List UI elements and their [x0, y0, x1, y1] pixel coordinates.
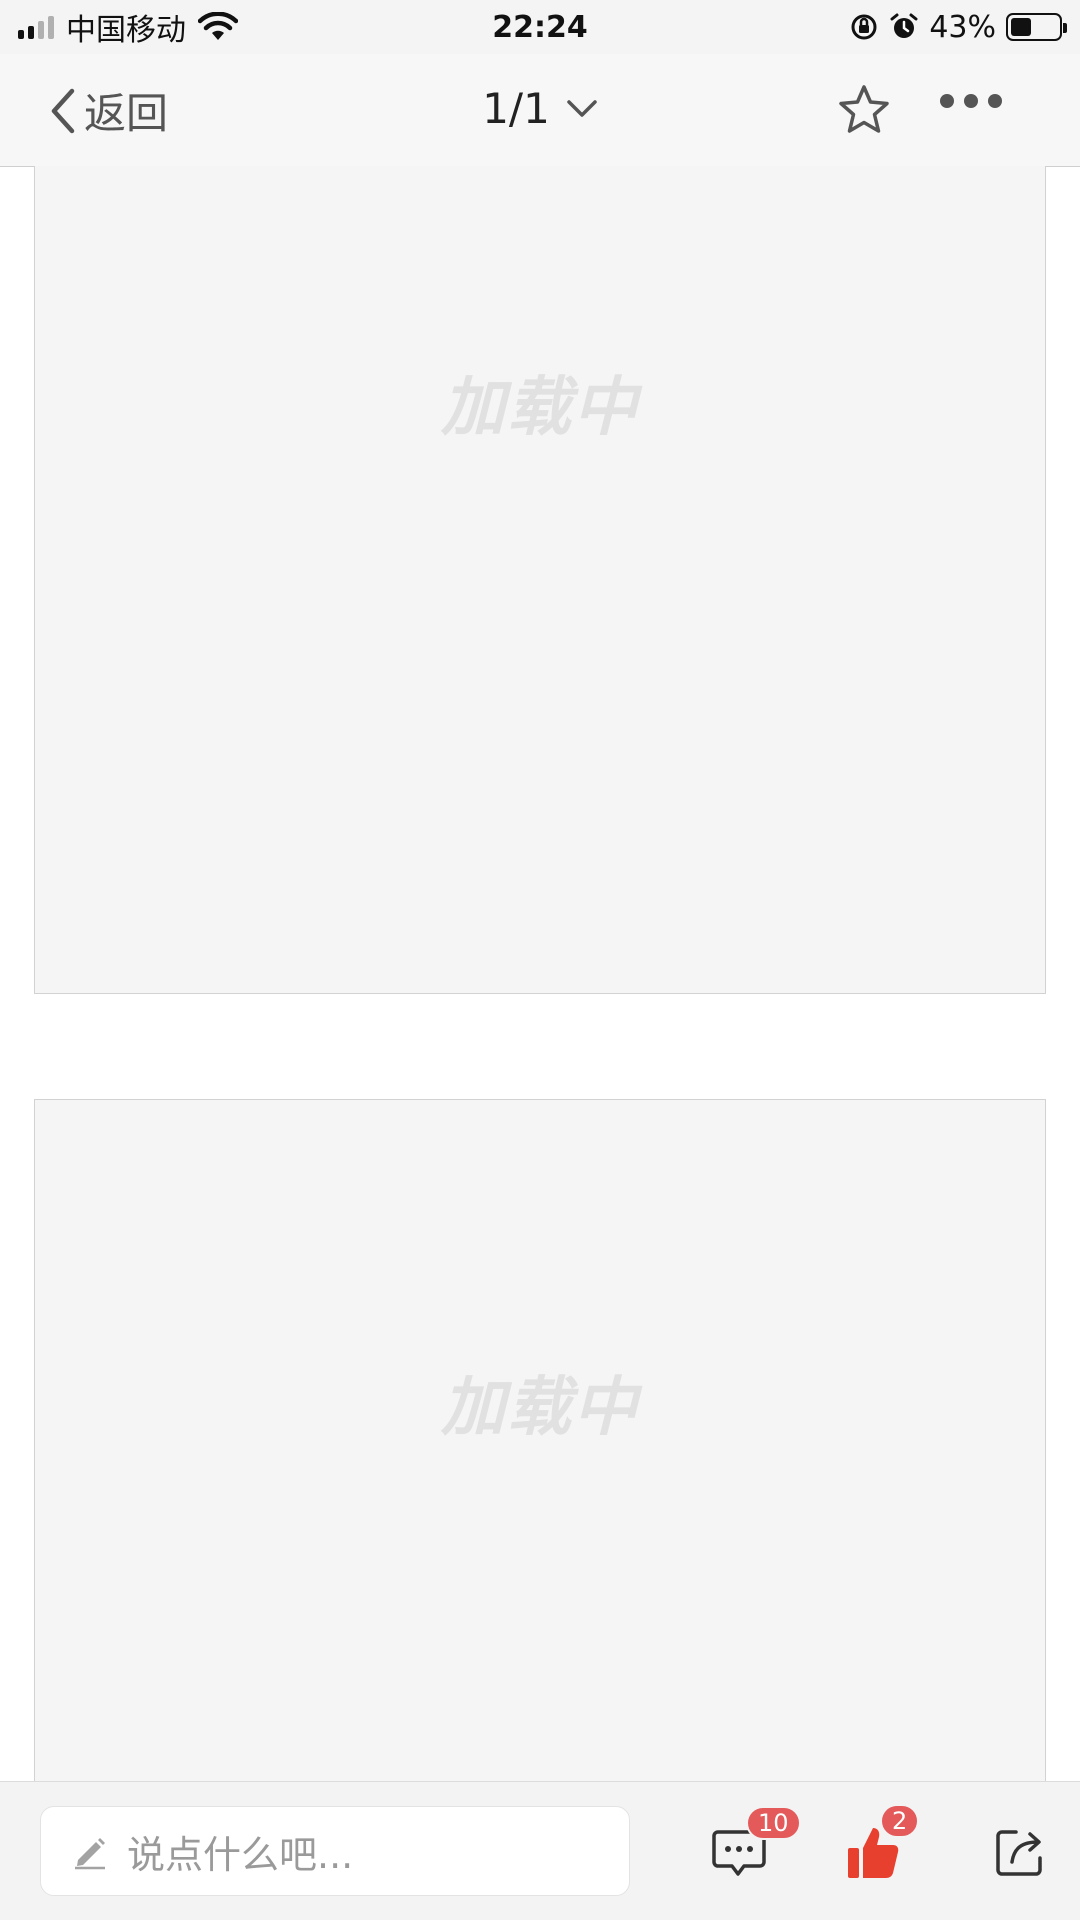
like-count-badge: 2 — [880, 1804, 920, 1838]
cellular-signal-icon — [18, 15, 54, 39]
status-left: 中国移动 — [18, 5, 238, 49]
comment-placeholder: 说点什么吧... — [127, 1832, 354, 1877]
bottom-toolbar: 说点什么吧... 10 2 — [0, 1781, 1080, 1920]
battery-percent: 43% — [929, 9, 996, 45]
more-dot — [988, 94, 1002, 108]
image-placeholder: 加载中 — [34, 166, 1046, 994]
status-right: 43% — [849, 9, 1067, 45]
like-button[interactable]: 2 — [846, 1804, 920, 1884]
chevron-down-icon — [567, 99, 597, 117]
page-indicator-dropdown[interactable]: 1/1 — [0, 84, 1080, 133]
share-button[interactable] — [994, 1826, 1046, 1882]
alarm-icon — [890, 13, 918, 38]
comment-input[interactable]: 说点什么吧... — [40, 1806, 630, 1896]
share-icon — [996, 1830, 1042, 1876]
pencil-icon — [75, 1838, 105, 1870]
star-icon — [839, 85, 889, 133]
more-dot — [940, 94, 954, 108]
comment-count-badge: 10 — [746, 1806, 801, 1840]
more-options-button[interactable] — [940, 94, 1002, 108]
loading-text: 加载中 — [441, 1370, 639, 1445]
battery-icon — [1006, 13, 1067, 41]
image-placeholder: 加载中 — [34, 1099, 1046, 1819]
more-dot — [964, 94, 978, 108]
favorite-button[interactable] — [836, 82, 892, 142]
comments-button[interactable]: 10 — [712, 1806, 801, 1884]
loading-text: 加载中 — [441, 370, 639, 445]
status-bar: 中国移动 22:24 43% — [0, 0, 1080, 54]
orientation-lock-icon — [851, 14, 877, 40]
page-indicator-label: 1/1 — [482, 84, 550, 133]
carrier-name: 中国移动 — [66, 13, 186, 48]
navigation-bar: 返回 1/1 — [0, 54, 1080, 167]
wifi-icon — [198, 12, 238, 40]
